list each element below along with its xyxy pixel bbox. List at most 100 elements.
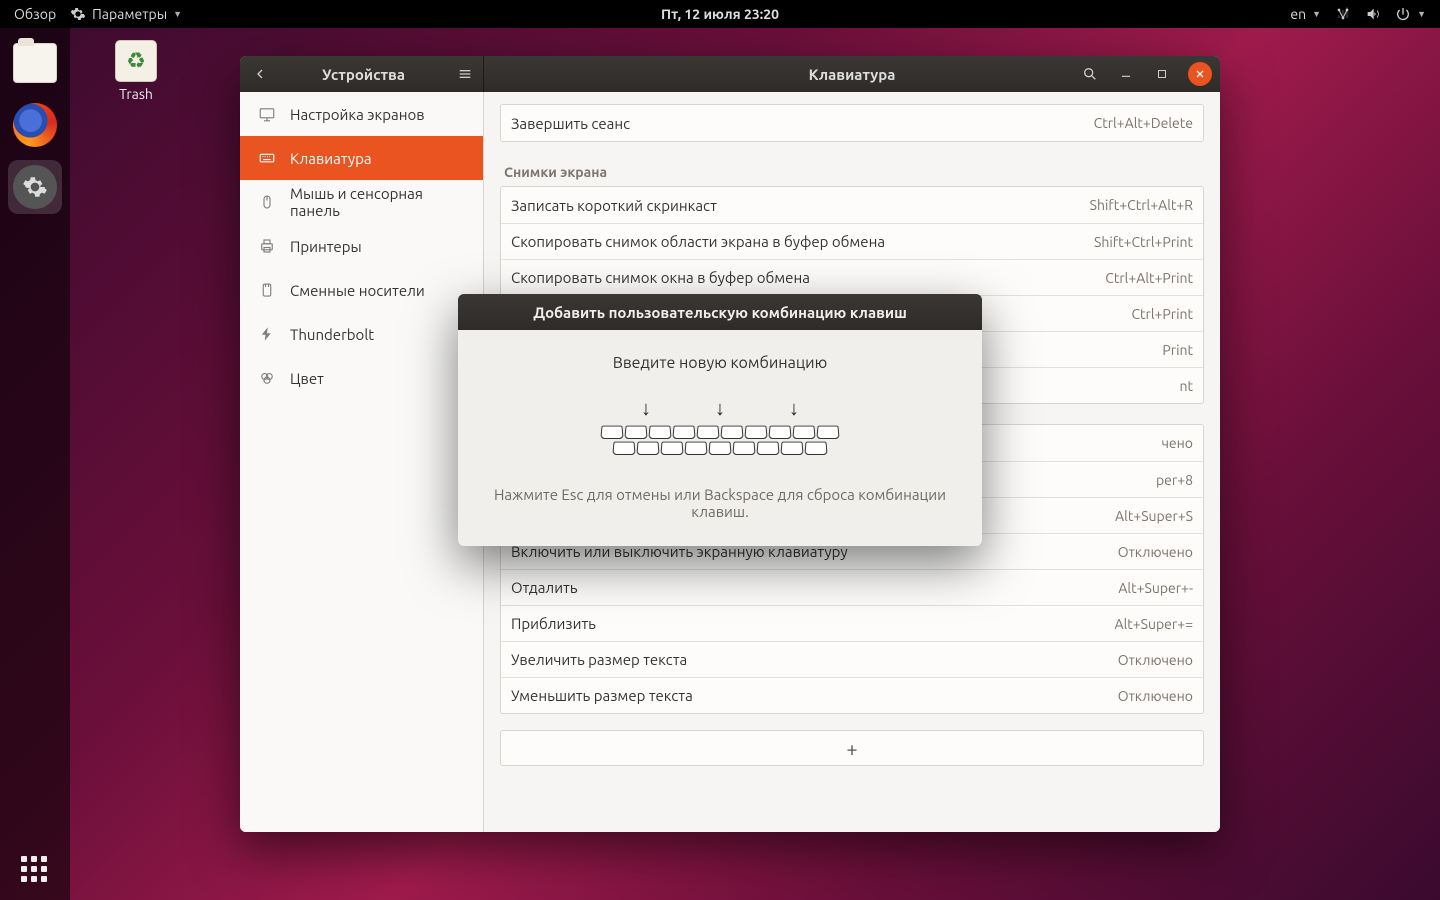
shortcut-accel: Отключено	[1118, 544, 1193, 560]
plus-icon: +	[846, 737, 857, 760]
close-button[interactable]	[1188, 62, 1212, 86]
dialog-prompt: Введите новую комбинацию	[478, 354, 962, 372]
shortcut-row[interactable]: Записать короткий скринкастShift+Ctrl+Al…	[501, 187, 1203, 223]
shortcut-label: Уменьшить размер текста	[511, 687, 1118, 704]
app-menu-label: Параметры	[92, 6, 167, 22]
shortcut-label: Увеличить размер текста	[511, 651, 1118, 668]
shortcut-label: Завершить сеанс	[511, 115, 1094, 132]
mouse-icon	[258, 193, 276, 211]
system-menu[interactable]: ▼	[1395, 6, 1426, 22]
gear-icon	[70, 6, 86, 22]
page-title: Клавиатура	[809, 66, 896, 83]
shortcut-accel: Alt+Super+=	[1114, 616, 1193, 632]
shortcut-accel: Print	[1162, 342, 1193, 358]
sidebar-title: Устройства	[280, 66, 447, 83]
shortcut-label: Записать короткий скринкаст	[511, 197, 1090, 214]
shortcut-row[interactable]: Увеличить размер текстаОтключено	[501, 641, 1203, 677]
sidebar-item-label: Сменные носители	[290, 282, 425, 299]
sidebar-item-displays[interactable]: Настройка экранов	[240, 92, 483, 136]
section-title-screenshots: Снимки экрана	[504, 164, 1200, 180]
shortcut-accel: Alt+Super+-	[1118, 580, 1193, 596]
sidebar-item-label: Клавиатура	[290, 150, 372, 167]
chevron-down-icon: ▼	[173, 9, 182, 19]
search-button[interactable]	[1072, 56, 1108, 92]
shortcut-accel: Отключено	[1118, 688, 1193, 704]
sidebar-item-printers[interactable]: Принтеры	[240, 224, 483, 268]
dock-files[interactable]	[8, 36, 62, 90]
settings-sidebar: Настройка экранов Клавиатура Мышь и сенс…	[240, 92, 484, 832]
shortcut-accel: Ctrl+Alt+Print	[1105, 270, 1193, 286]
clock-label: Пт, 12 июля 23:20	[661, 6, 779, 22]
trash-icon: ♻	[115, 40, 157, 82]
shortcut-row[interactable]: Завершить сеанс Ctrl+Alt+Delete	[501, 105, 1203, 141]
apps-grid-icon	[21, 856, 49, 884]
dock	[0, 28, 70, 900]
arrow-down-icon: ↓	[715, 396, 725, 421]
desktop-trash-label: Trash	[96, 86, 176, 102]
settings-icon	[13, 165, 57, 209]
sidebar-item-thunderbolt[interactable]: Thunderbolt	[240, 312, 483, 356]
shortcut-label: Приблизить	[511, 615, 1114, 632]
dock-settings[interactable]	[8, 160, 62, 214]
shortcut-accel: Отключено	[1118, 652, 1193, 668]
shortcut-accel: nt	[1180, 378, 1194, 394]
shortcut-label: Скопировать снимок области экрана в буфе…	[511, 233, 1094, 250]
power-icon	[1395, 6, 1411, 22]
sidebar-item-keyboard[interactable]: Клавиатура	[240, 136, 483, 180]
removable-icon	[258, 281, 276, 299]
shortcut-row[interactable]: Скопировать снимок области экрана в буфе…	[501, 223, 1203, 259]
maximize-button[interactable]	[1144, 56, 1180, 92]
sidebar-item-label: Мышь и сенсорная панель	[290, 185, 465, 219]
window-header: Устройства Клавиатура	[240, 56, 1220, 92]
chevron-down-icon: ▼	[1312, 9, 1321, 19]
top-panel: Обзор Параметры ▼ Пт, 12 июля 23:20 en▼ …	[0, 0, 1440, 28]
shortcut-accel: per+8	[1156, 472, 1193, 488]
keyboard-icon	[258, 149, 276, 167]
sidebar-item-removable[interactable]: Сменные носители	[240, 268, 483, 312]
minimize-button[interactable]	[1108, 56, 1144, 92]
shortcut-accel: Shift+Ctrl+Print	[1094, 234, 1193, 250]
activities-button[interactable]: Обзор	[14, 6, 56, 22]
dialog-title: Добавить пользовательскую комбинацию кла…	[458, 294, 982, 330]
chevron-down-icon: ▼	[1417, 9, 1426, 19]
shortcut-row[interactable]: Уменьшить размер текстаОтключено	[501, 677, 1203, 713]
arrow-down-icon: ↓	[789, 396, 799, 421]
sidebar-item-label: Настройка экранов	[290, 106, 425, 123]
show-apps[interactable]	[0, 856, 70, 884]
shortcut-accel: Ctrl+Alt+Delete	[1094, 115, 1193, 131]
files-icon	[13, 43, 57, 83]
add-shortcut-button[interactable]: +	[500, 730, 1204, 766]
sidebar-item-mouse[interactable]: Мышь и сенсорная панель	[240, 180, 483, 224]
desktop-trash[interactable]: ♻ Trash	[96, 40, 176, 102]
activities-label: Обзор	[14, 6, 56, 22]
hamburger-button[interactable]	[447, 66, 483, 82]
thunderbolt-icon	[258, 325, 276, 343]
shortcut-row[interactable]: ПриблизитьAlt+Super+=	[501, 605, 1203, 641]
displays-icon	[258, 105, 276, 123]
shortcut-accel: Alt+Super+S	[1115, 508, 1193, 524]
dock-firefox[interactable]	[8, 98, 62, 152]
sidebar-item-label: Принтеры	[290, 238, 362, 255]
dialog-hint: Нажмите Esc для отмены или Backspace для…	[478, 486, 962, 520]
arrow-down-icon: ↓	[641, 396, 651, 421]
shortcut-label: Отдалить	[511, 579, 1118, 596]
input-language[interactable]: en ▼	[1290, 6, 1321, 22]
sidebar-item-label: Цвет	[290, 370, 324, 387]
sidebar-item-color[interactable]: Цвет	[240, 356, 483, 400]
clock[interactable]: Пт, 12 июля 23:20	[661, 6, 779, 22]
shortcut-accel: Ctrl+Print	[1131, 306, 1193, 322]
color-icon	[258, 369, 276, 387]
shortcut-label: Скопировать снимок окна в буфер обмена	[511, 269, 1105, 286]
network-icon[interactable]	[1335, 6, 1351, 22]
app-menu[interactable]: Параметры ▼	[70, 6, 182, 22]
printer-icon	[258, 237, 276, 255]
shortcut-row[interactable]: ОтдалитьAlt+Super+-	[501, 569, 1203, 605]
shortcut-accel: чено	[1162, 435, 1193, 451]
back-button[interactable]	[240, 66, 280, 82]
keyboard-illustration: ↓ ↓ ↓	[590, 396, 850, 468]
lang-label: en	[1290, 6, 1306, 22]
shortcut-accel: Shift+Ctrl+Alt+R	[1090, 197, 1193, 213]
shortcut-row[interactable]: Скопировать снимок окна в буфер обменаCt…	[501, 259, 1203, 295]
volume-icon[interactable]	[1365, 6, 1381, 22]
add-shortcut-dialog: Добавить пользовательскую комбинацию кла…	[458, 294, 982, 546]
